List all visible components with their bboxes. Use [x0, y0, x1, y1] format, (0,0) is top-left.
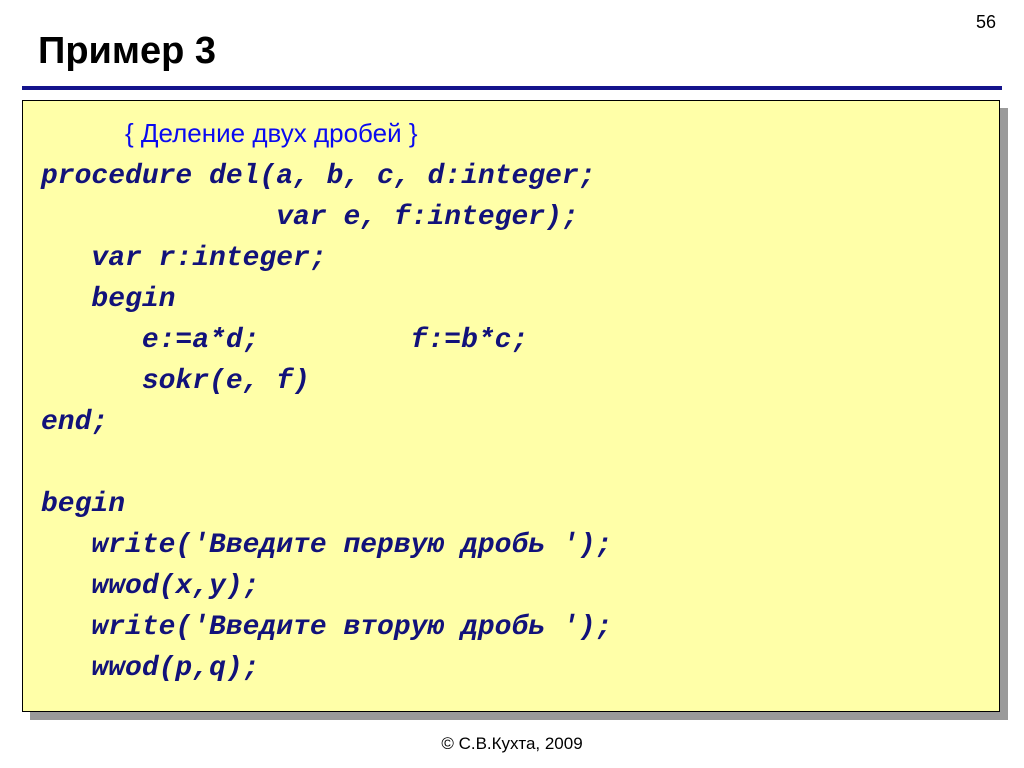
code-line: wwod(p,q); — [41, 653, 259, 684]
code-line: begin — [41, 489, 125, 520]
code-block: { Деление двух дробей } procedure del(a,… — [22, 100, 1000, 712]
code-line: wwod(x,y); — [41, 571, 259, 602]
code-line: write('Введите вторую дробь '); — [41, 612, 612, 643]
page-number: 56 — [976, 12, 996, 33]
code-line: end; — [41, 407, 108, 438]
slide: 56 Пример 3 { Деление двух дробей } proc… — [0, 0, 1024, 768]
code-line: sokr(e, f) — [41, 366, 310, 397]
code-block-wrap: { Деление двух дробей } procedure del(a,… — [22, 100, 1000, 712]
footer-copyright: © С.В.Кухта, 2009 — [0, 734, 1024, 754]
code-line: var r:integer; — [41, 243, 327, 274]
code-line: var e, f:integer); — [41, 202, 579, 233]
code-line: write('Введите первую дробь '); — [41, 530, 612, 561]
slide-title: Пример 3 — [38, 30, 216, 73]
code-comment: { Деление двух дробей } — [125, 118, 418, 148]
code-content: { Деление двух дробей } procedure del(a,… — [41, 113, 987, 689]
title-rule — [22, 86, 1002, 90]
comment-indent — [41, 120, 125, 151]
code-line: begin — [41, 284, 175, 315]
code-line: procedure del(a, b, c, d:integer; — [41, 161, 596, 192]
code-line: e:=a*d; f:=b*c; — [41, 325, 528, 356]
